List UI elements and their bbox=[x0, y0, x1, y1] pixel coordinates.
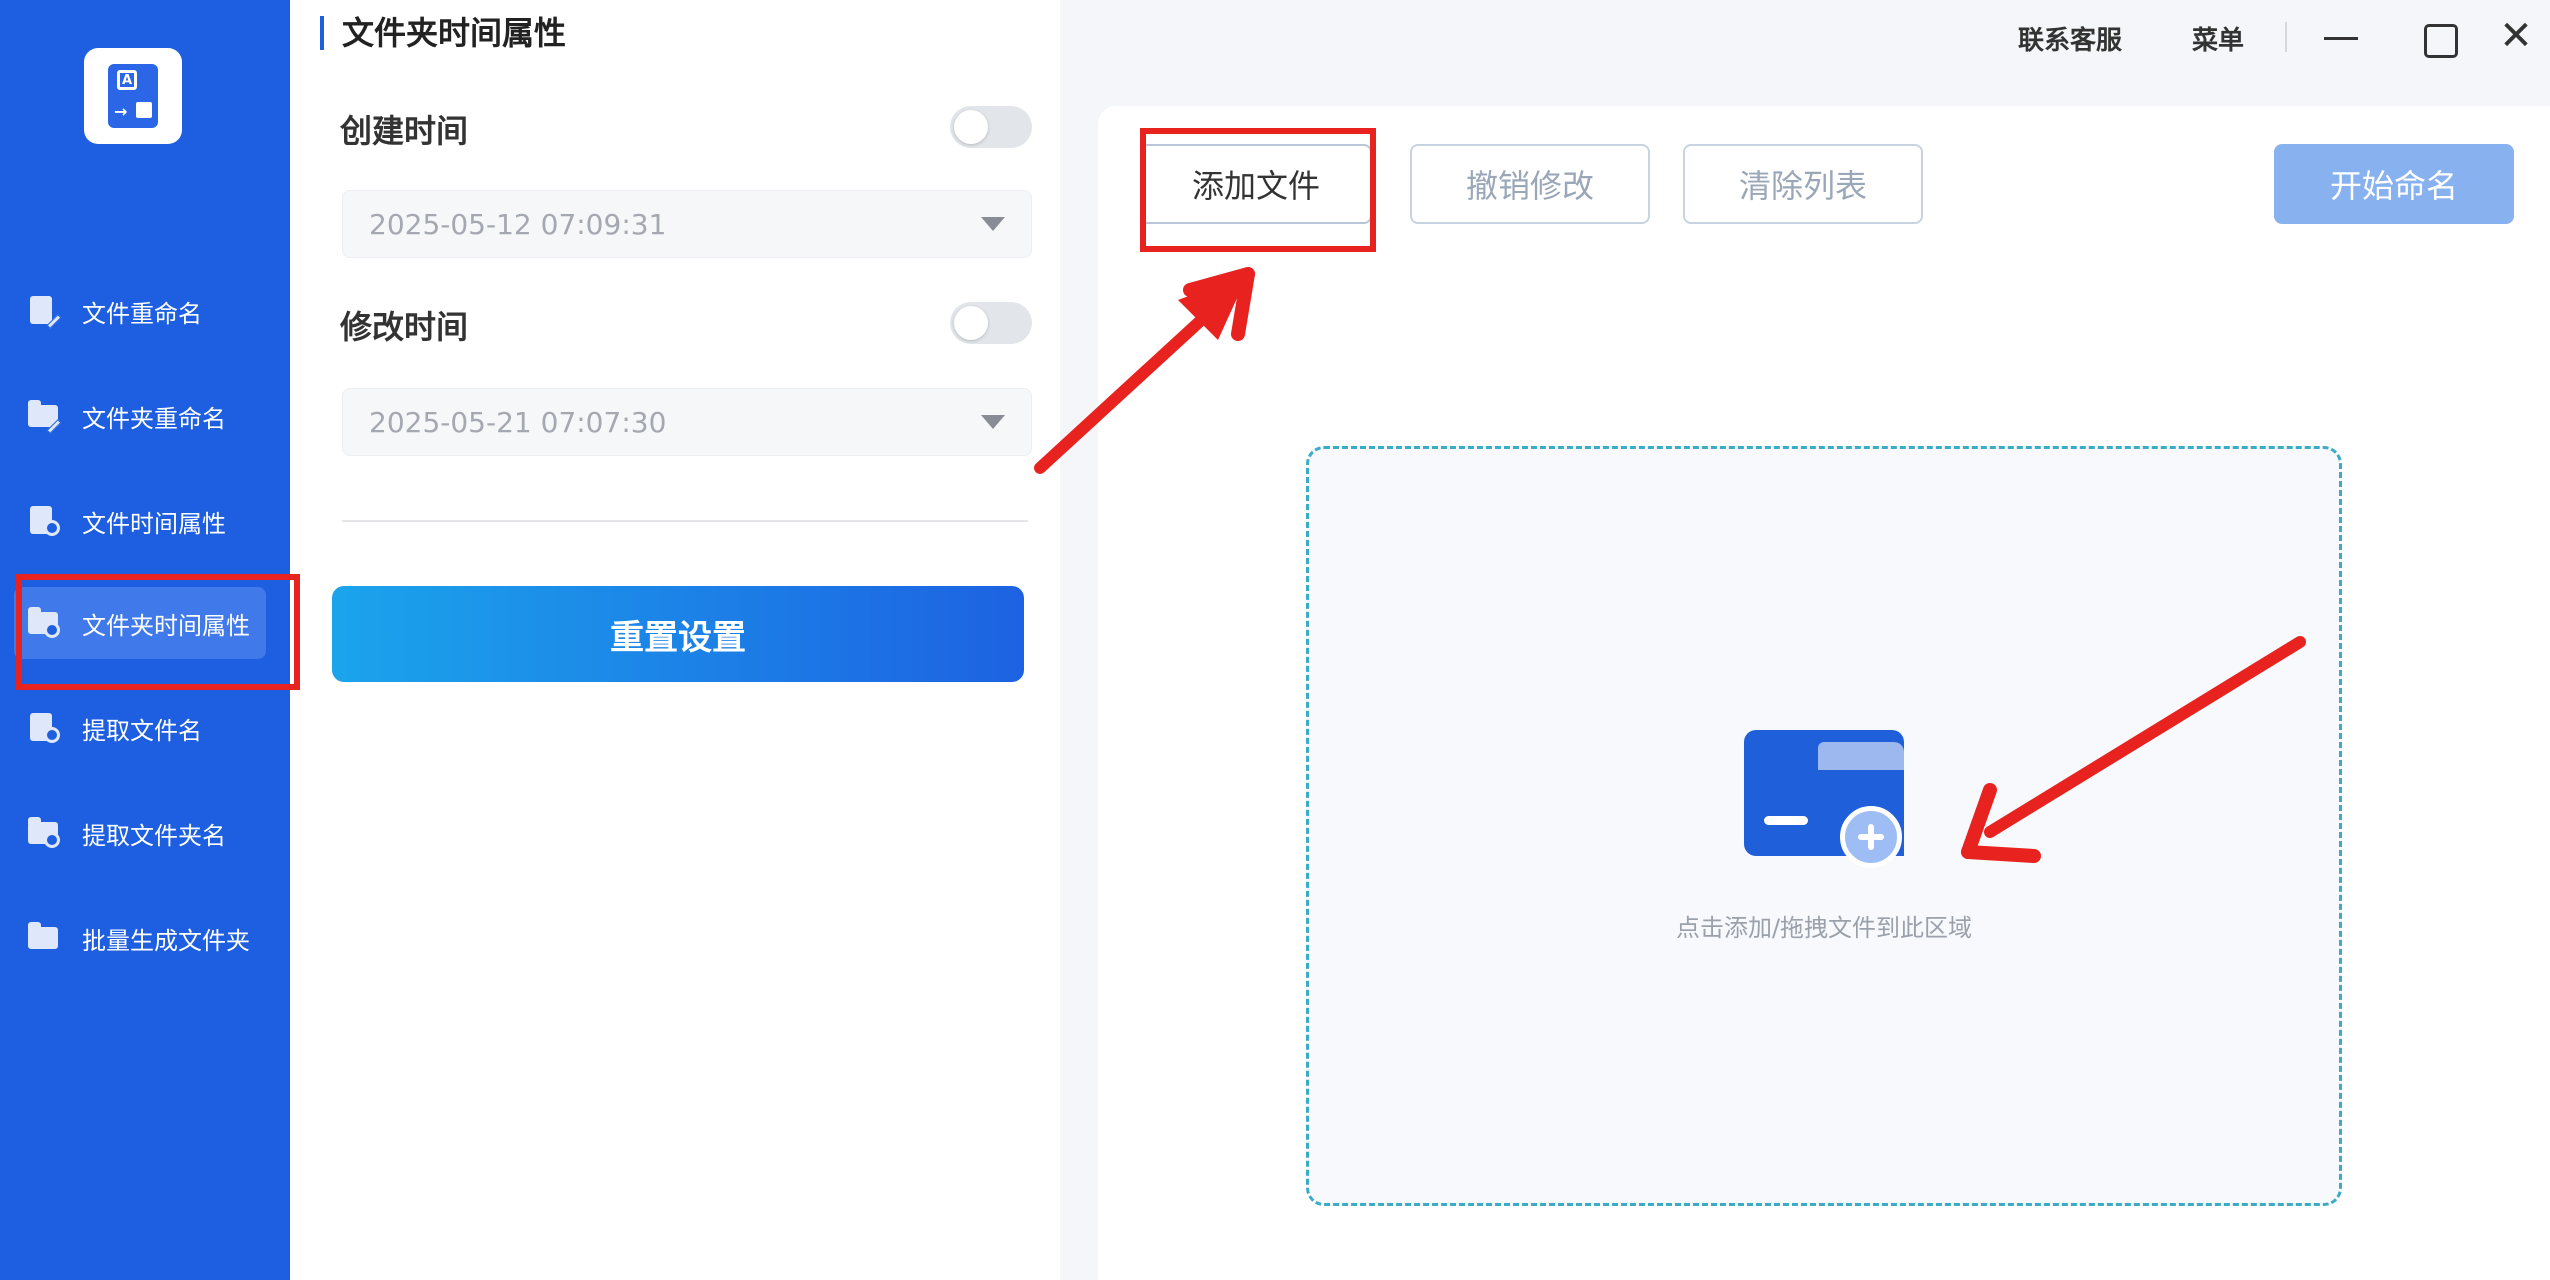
arrow-to-drop-zone bbox=[1961, 636, 2306, 863]
annotation-arrows bbox=[1034, 267, 2306, 863]
arrow-to-add-file bbox=[1034, 267, 1255, 474]
